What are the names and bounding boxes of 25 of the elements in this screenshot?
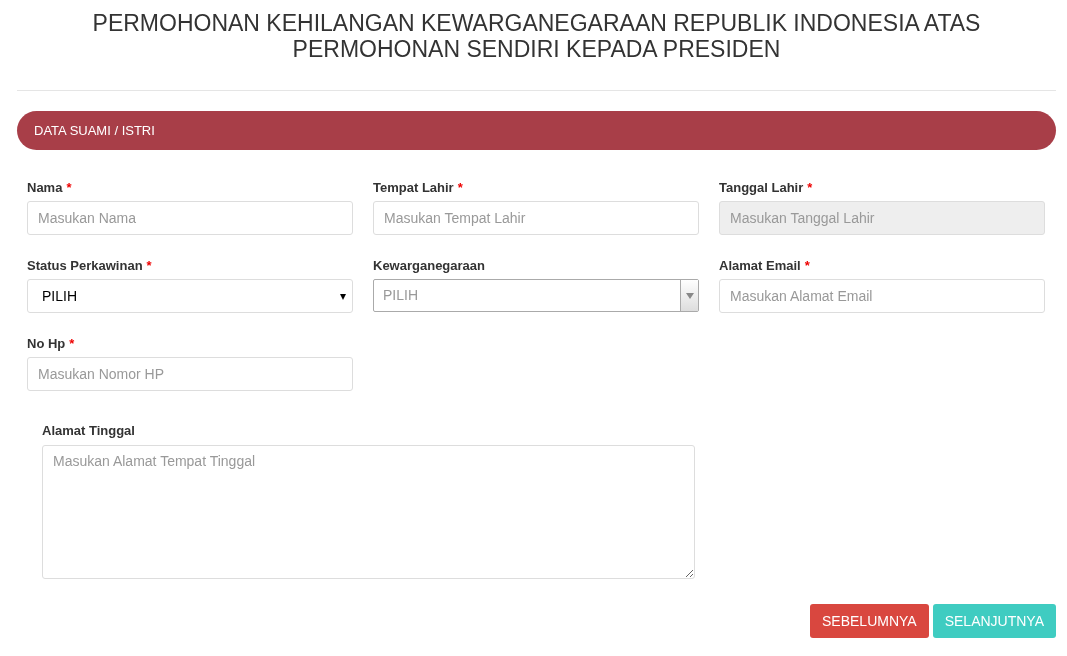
select-dropdown[interactable]: PILIH ▾	[27, 279, 353, 313]
field-label: Kewarganegaraan	[373, 258, 485, 273]
select-dropdown[interactable]: PILIH	[373, 279, 699, 312]
required-asterisk: *	[69, 336, 75, 351]
required-asterisk: *	[457, 180, 463, 195]
field-label: Alamat Email	[719, 258, 801, 273]
field-label: Status Perkawinan	[27, 258, 143, 273]
textarea-field[interactable]: Masukan Alamat Tempat Tinggal	[42, 445, 695, 579]
field-label: Nama	[27, 180, 63, 195]
required-asterisk: *	[146, 258, 152, 273]
required-asterisk: *	[66, 180, 72, 195]
field-label: Alamat Tinggal	[42, 423, 136, 438]
input-field[interactable]: Masukan Alamat Email	[719, 279, 1045, 313]
input-field[interactable]: Masukan Nama	[27, 201, 353, 235]
field-label: Tempat Lahir	[373, 180, 454, 195]
section-header: DATA SUAMI / ISTRI	[17, 111, 1056, 150]
input-field[interactable]: Masukan Nomor HP	[27, 357, 353, 391]
caret-icon	[685, 292, 694, 299]
required-asterisk: *	[804, 258, 810, 273]
required-asterisk: *	[807, 180, 813, 195]
previous-button[interactable]: SEBELUMNYA	[810, 604, 929, 638]
page-title: PERMOHONAN KEHILANGAN KEWARGANEGARAAN REPUBLIK INDONESIA ATAS PERMOHONAN SENDIRI KEPADA PRESIDEN	[91, 9, 982, 62]
field-label: Tanggal Lahir	[719, 180, 804, 195]
field-label: No Hp	[27, 336, 66, 351]
input-field[interactable]: Masukan Tempat Lahir	[373, 201, 699, 235]
